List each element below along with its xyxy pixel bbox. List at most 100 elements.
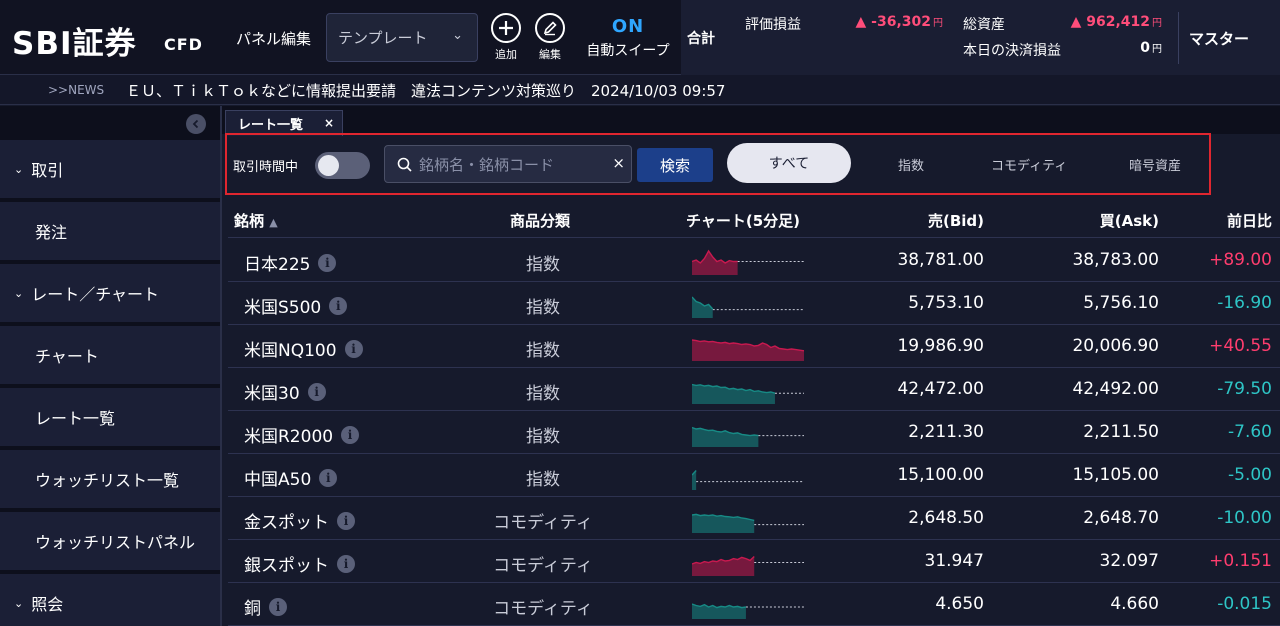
add-panel-button[interactable]: 追加	[488, 13, 524, 62]
search-button[interactable]: 検索	[637, 148, 713, 182]
col-chart-header: チャート(5分足)	[686, 212, 800, 230]
bid-price[interactable]: 38,781.00	[897, 250, 984, 270]
category-commodity-button[interactable]: コモディティ	[991, 155, 1067, 174]
change-value: -5.00	[1228, 465, 1272, 485]
sidebar-item-label: レート一覧	[35, 409, 116, 428]
auto-sweep-toggle[interactable]: ON 自動スイープ	[580, 16, 676, 60]
chevron-down-icon: ⌄	[14, 286, 24, 300]
table-row[interactable]: 中国A50 i 指数 15,100.00 15,105.00 -5.00	[228, 454, 1280, 497]
table-row[interactable]: 米国R2000 i 指数 2,211.30 2,211.50 -7.60	[228, 411, 1280, 454]
sidebar-item-order[interactable]: 発注	[0, 202, 220, 262]
bid-price[interactable]: 42,472.00	[897, 379, 984, 399]
template-dropdown[interactable]: テンプレート ⌄	[326, 13, 478, 62]
sidebar-item-label: レート／チャート	[31, 285, 160, 304]
table-row[interactable]: 日本225 i 指数 38,781.00 38,783.00 +89.00	[228, 239, 1280, 282]
assets-label: 総資産	[963, 17, 1005, 33]
sidebar-item-rate-chart[interactable]: ⌄ レート／チャート	[0, 264, 220, 324]
sparkline-area	[692, 556, 755, 576]
ask-price[interactable]: 5,756.10	[1083, 293, 1159, 313]
search-input[interactable]	[419, 152, 607, 178]
info-icon[interactable]: i	[269, 597, 287, 616]
settle-label: 本日の決済損益	[963, 43, 1061, 59]
col-change-header: 前日比	[1226, 212, 1272, 230]
info-icon[interactable]: i	[337, 554, 355, 573]
table-row[interactable]: 米国S500 i 指数 5,753.10 5,756.10 -16.90	[228, 282, 1280, 325]
sort-icon: ▲︎	[269, 216, 278, 229]
info-icon[interactable]: i	[319, 468, 338, 487]
table-row[interactable]: 米国30 i 指数 42,472.00 42,492.00 -79.50	[228, 368, 1280, 411]
bid-price[interactable]: 2,211.30	[908, 422, 984, 442]
info-icon[interactable]: i	[344, 339, 363, 358]
table-row[interactable]: 銀スポット i コモディティ 31.947 32.097 +0.151	[228, 540, 1280, 583]
table-row[interactable]: 米国NQ100 i 指数 19,986.90 20,006.90 +40.55	[228, 325, 1280, 368]
ask-price[interactable]: 32.097	[1100, 551, 1159, 571]
clear-search-icon[interactable]: ×	[612, 154, 625, 172]
filter-bar: 取引時間中 × 検索 すべて 指数 コモディティ 暗号資産	[225, 133, 1211, 195]
edit-panel-button[interactable]: 編集	[532, 13, 568, 62]
logo: SBI証券	[12, 26, 137, 62]
chevron-down-icon: ⌄	[14, 162, 24, 176]
master-button[interactable]: マスター	[1189, 28, 1249, 49]
sidebar-item-inquiry[interactable]: ⌄ 照会	[0, 574, 220, 626]
bid-price[interactable]: 31.947	[925, 551, 984, 571]
instrument-name: 銅i	[244, 594, 287, 619]
instrument-name: 日本225 i	[244, 250, 337, 275]
sidebar-item-label: 発注	[35, 223, 68, 242]
col-ask-header: 買(Ask)	[1099, 212, 1159, 230]
sidebar-item-watchlist[interactable]: ウォッチリスト一覧	[0, 450, 220, 510]
ask-price[interactable]: 15,105.00	[1072, 465, 1159, 485]
ask-price[interactable]: 42,492.00	[1072, 379, 1159, 399]
search-icon	[397, 157, 412, 172]
account-summary: 合計 評価損益 ▲ -36,302 円 総資産 ▲ 962,412 円 本日の決済損…	[681, 0, 1280, 75]
chevron-down-icon: ⌄	[14, 596, 24, 610]
sparkline-chart	[692, 426, 804, 447]
sidebar-item-watchlist-panel[interactable]: ウォッチリストパネル	[0, 512, 220, 572]
pencil-icon	[535, 13, 565, 43]
instrument-name: 米国30 i	[244, 379, 326, 404]
ask-price[interactable]: 2,211.50	[1083, 422, 1159, 442]
bid-price[interactable]: 4.650	[935, 594, 984, 614]
sidebar-item-rate-list[interactable]: レート一覧	[0, 388, 220, 448]
col-name-header[interactable]: 銘柄 ▲︎	[234, 210, 278, 231]
close-icon[interactable]: ×	[324, 116, 334, 130]
info-icon[interactable]: i	[329, 296, 348, 315]
category-index-button[interactable]: 指数	[898, 155, 924, 174]
table-header: 銘柄 ▲︎ 商品分類 チャート(5分足) 売(Bid) 買(Ask) 前日比	[228, 198, 1280, 238]
ask-price[interactable]: 20,006.90	[1072, 336, 1159, 356]
tab-label: レート一覧	[238, 118, 304, 133]
category-all-button[interactable]: すべて	[727, 143, 851, 183]
trading-hours-toggle[interactable]	[315, 152, 370, 179]
sparkline-chart	[692, 296, 804, 318]
sparkline-line	[692, 603, 747, 609]
rate-list-panel: レート一覧 × 取引時間中 × 検索 すべて 指数 コモディティ 暗号資産 銘柄…	[222, 106, 1280, 626]
ask-price[interactable]: 2,648.70	[1083, 508, 1159, 528]
sidebar-item-trade[interactable]: ⌄ 取引	[0, 140, 220, 200]
ask-price[interactable]: 4.660	[1110, 594, 1159, 614]
instrument-name: 米国NQ100 i	[244, 336, 363, 361]
bid-price[interactable]: 2,648.50	[908, 508, 984, 528]
news-headline[interactable]: ＥＵ、ＴｉｋＴｏｋなどに情報提出要請 違法コンテンツ対策巡り 2024/10/0…	[126, 80, 725, 101]
info-icon[interactable]: i	[341, 425, 360, 444]
ask-price[interactable]: 38,783.00	[1072, 250, 1159, 270]
change-value: -7.60	[1228, 422, 1272, 442]
change-value: +0.151	[1209, 551, 1272, 571]
category-crypto-button[interactable]: 暗号資産	[1129, 155, 1181, 174]
table-row[interactable]: 銅 i コモディティ 4.650 4.660 -0.015	[228, 583, 1280, 626]
instrument-name-text: 米国NQ100	[244, 341, 337, 361]
instrument-name: 米国S500 i	[244, 293, 348, 318]
info-icon[interactable]: i	[318, 253, 337, 272]
edit-panel-label: 編集	[539, 48, 561, 61]
info-icon[interactable]: i	[307, 382, 326, 401]
instrument-name-text: 金スポット	[244, 513, 329, 533]
table-row[interactable]: 金スポット i コモディティ 2,648.50 2,648.70 -10.00	[228, 497, 1280, 540]
sidebar-collapse-button[interactable]	[186, 114, 206, 134]
bid-price[interactable]: 5,753.10	[908, 293, 984, 313]
bid-price[interactable]: 15,100.00	[897, 465, 984, 485]
sidebar-item-chart[interactable]: チャート	[0, 326, 220, 386]
info-icon[interactable]: i	[337, 511, 355, 530]
summary-divider	[1178, 12, 1179, 64]
search-box: ×	[384, 145, 632, 183]
chevron-down-icon: ⌄	[452, 28, 463, 43]
instrument-name-text: 中国A50	[244, 470, 312, 490]
bid-price[interactable]: 19,986.90	[897, 336, 984, 356]
